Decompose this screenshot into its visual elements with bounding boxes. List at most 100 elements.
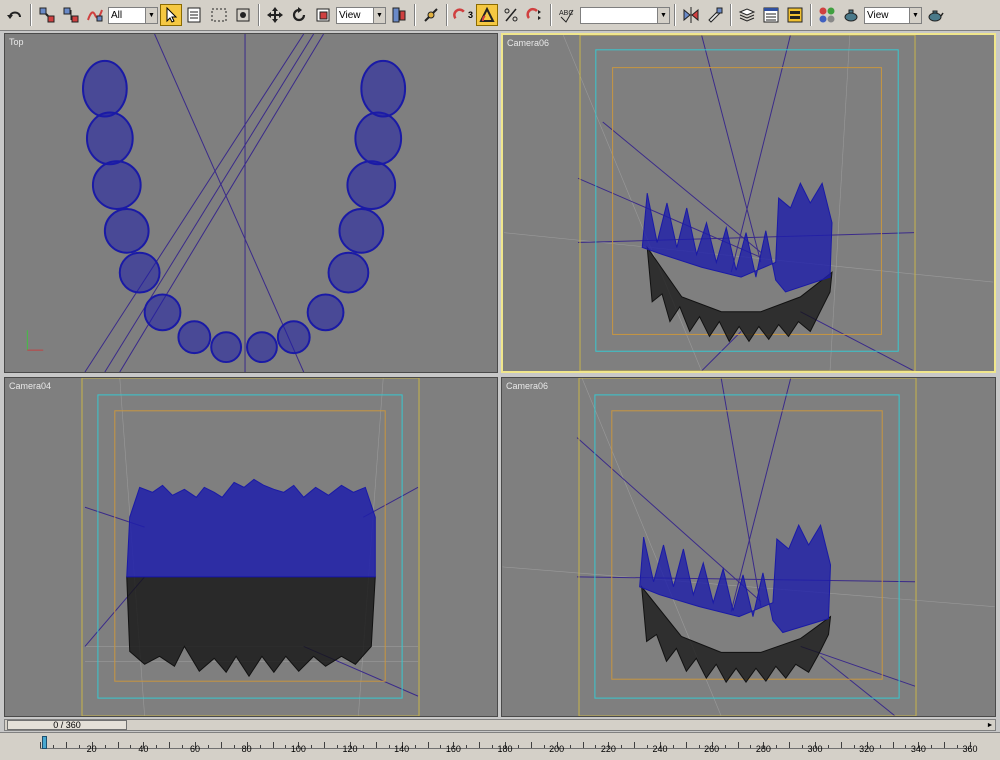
undo-button[interactable] — [4, 4, 26, 26]
timeline-tick-label: 40 — [138, 744, 149, 754]
select-and-move-button[interactable] — [264, 4, 286, 26]
timeline-tick — [492, 745, 494, 748]
timeline-tick — [78, 745, 80, 748]
timeline-tick — [944, 742, 946, 748]
time-slider-thumb[interactable]: 0 / 360 — [7, 720, 127, 730]
render-type-dropdown[interactable]: View ▼ — [864, 6, 922, 24]
mirror-button[interactable] — [680, 4, 702, 26]
chevron-down-icon: ▼ — [909, 7, 921, 23]
align-button[interactable] — [704, 4, 726, 26]
timeline-tick — [530, 742, 532, 748]
timeline-tick-label: 320 — [859, 744, 875, 754]
track-bar[interactable]: 20 40 60 80 100 120 140 160 180 200 220 240 260 280 30… — [0, 732, 1000, 760]
spinner-snap-icon — [526, 7, 541, 20]
toolbar-separator — [730, 4, 732, 26]
upper-jaw-front — [126, 478, 376, 578]
main-toolbar: All ▼ View ▼ 3 ABC ▼ View ▼ — [0, 0, 1000, 31]
viewport-label[interactable]: Camera04 — [9, 381, 51, 391]
rectangular-selection-region-button[interactable] — [208, 4, 230, 26]
chevron-down-icon: ▼ — [373, 7, 385, 23]
render-scene-button[interactable] — [840, 4, 862, 26]
window-crossing-button[interactable] — [232, 4, 254, 26]
chevron-down-icon: ▼ — [145, 7, 157, 23]
chevron-down-icon: ▼ — [657, 7, 669, 23]
curve-editor-button[interactable] — [760, 4, 782, 26]
layer-manager-button[interactable] — [736, 4, 758, 26]
upper-dental-arch — [82, 59, 407, 364]
time-slider[interactable]: ◄ 0 / 360 ► — [4, 719, 996, 731]
percent-snap-icon — [504, 8, 518, 22]
magnet-icon — [453, 8, 465, 20]
track-bar-ruler[interactable]: 20 40 60 80 100 120 140 160 180 200 220 240 260 280 30… — [40, 735, 978, 754]
viewport-camera06[interactable]: Camera06 — [501, 377, 996, 717]
bind-to-space-warp-button[interactable] — [84, 4, 106, 26]
edit-named-selection-button[interactable]: ABC — [556, 4, 578, 26]
timeline-tick — [388, 745, 390, 748]
timeline-tick — [427, 742, 429, 748]
top-view-scene — [26, 34, 407, 372]
select-object-button[interactable] — [160, 4, 182, 26]
timeline-tick-label: 300 — [807, 744, 823, 754]
angle-snap-icon — [479, 6, 495, 22]
quick-render-button[interactable] — [924, 4, 946, 26]
axis-tripod — [26, 330, 44, 351]
timeline-tick — [182, 745, 184, 748]
percent-snap-toggle-button[interactable] — [500, 4, 522, 26]
timeline-tick — [285, 745, 287, 748]
unlink-selection-button[interactable] — [60, 4, 82, 26]
frame-position-label: 0 / 360 — [53, 720, 81, 730]
selection-filter-value: All — [111, 9, 123, 21]
current-frame-marker[interactable] — [42, 736, 47, 749]
timeline-tick — [827, 745, 829, 748]
schematic-view-button[interactable] — [784, 4, 806, 26]
spinner-snap-toggle-button[interactable] — [524, 4, 546, 26]
timeline-tick-label: 340 — [910, 744, 926, 754]
select-and-link-button[interactable] — [36, 4, 58, 26]
timeline-tick — [750, 745, 752, 748]
named-selection-sets-dropdown[interactable]: ▼ — [580, 6, 670, 24]
toolbar-separator — [446, 4, 448, 26]
timeline-tick — [362, 745, 364, 748]
mirror-icon — [683, 7, 699, 23]
toolbar-separator — [30, 4, 32, 26]
timeline-tick — [259, 745, 261, 748]
timeline-tick-label: 80 — [241, 744, 252, 754]
snaps-toggle-button[interactable]: 3 — [452, 4, 474, 26]
viewport-top[interactable]: Top — [4, 33, 498, 373]
material-editor-button[interactable] — [816, 4, 838, 26]
undo-icon — [7, 11, 21, 19]
timeline-tick — [892, 742, 894, 748]
use-pivot-center-button[interactable] — [388, 4, 410, 26]
timeline-tick-label: 20 — [86, 744, 97, 754]
timeline-tick-label: 220 — [600, 744, 616, 754]
teapot-render-icon — [844, 9, 858, 22]
timeline-tick — [737, 742, 739, 748]
select-and-rotate-button[interactable] — [288, 4, 310, 26]
rotate-icon — [292, 7, 306, 22]
toolbar-separator — [414, 4, 416, 26]
timeline-tick — [220, 742, 222, 748]
viewport-label[interactable]: Top — [9, 37, 24, 47]
select-and-scale-button[interactable] — [312, 4, 334, 26]
selection-filter-dropdown[interactable]: All ▼ — [108, 6, 158, 24]
viewport-camera06-active[interactable]: Camera06 — [501, 33, 996, 373]
select-by-name-button[interactable] — [184, 4, 206, 26]
timeline-tick-label: 360 — [962, 744, 978, 754]
timeline-tick — [466, 745, 468, 748]
viewport-camera04[interactable]: Camera04 — [4, 377, 498, 717]
viewport-label[interactable]: Camera06 — [506, 381, 548, 391]
viewport-label[interactable]: Camera06 — [507, 38, 549, 48]
select-and-manipulate-button[interactable] — [420, 4, 442, 26]
reference-coordinate-value: View — [339, 9, 361, 21]
reference-coordinate-dropdown[interactable]: View ▼ — [336, 6, 386, 24]
chevron-right-icon[interactable]: ► — [985, 720, 995, 730]
timeline-tick-label: 280 — [755, 744, 771, 754]
timeline-tick — [40, 742, 41, 748]
timeline-tick — [685, 742, 687, 748]
timeline-tick — [634, 742, 636, 748]
window-crossing-icon — [236, 8, 250, 22]
timeline-tick-label: 260 — [704, 744, 720, 754]
space-warp-icon — [87, 9, 103, 22]
angle-snap-toggle-button[interactable] — [476, 4, 498, 26]
timeline-tick — [272, 742, 274, 748]
